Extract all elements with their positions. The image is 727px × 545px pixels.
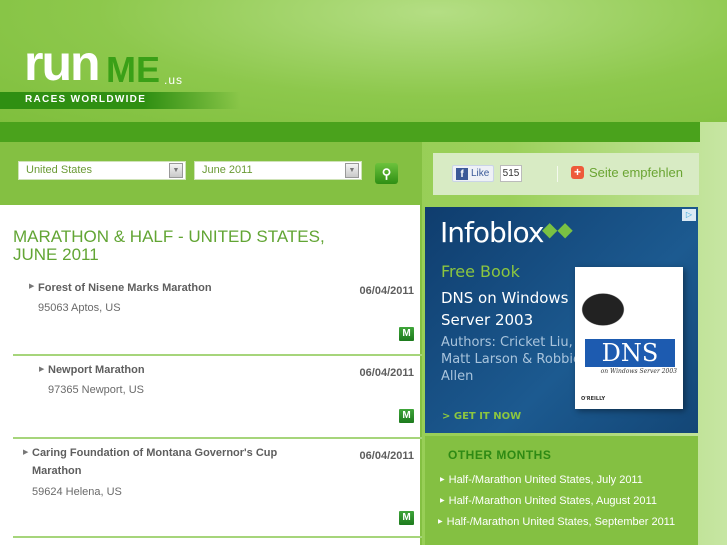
bullet-icon: ▶	[39, 365, 45, 373]
search-icon: ⚲	[381, 166, 392, 181]
logo-tld: .us	[164, 73, 184, 87]
ad-cta-link[interactable]: > GET IT NOW	[442, 412, 521, 422]
divider	[557, 166, 558, 182]
chevron-down-icon[interactable]: ▼	[169, 163, 183, 178]
other-months-heading: OTHER MONTHS	[448, 448, 552, 462]
other-months-box: OTHER MONTHS ▶ Half-/Marathon United Stat…	[425, 436, 698, 545]
nav-bar	[0, 122, 700, 142]
plus-icon[interactable]: +	[571, 166, 584, 179]
race-name[interactable]: Forest of Nisene Marks Marathon	[38, 279, 212, 297]
logo-run[interactable]: run	[24, 38, 101, 88]
search-button[interactable]: ⚲	[375, 163, 398, 184]
race-location: 97365 Newport, US	[48, 384, 144, 396]
tagline: RACES WORLDWIDE	[25, 94, 147, 105]
bullet-icon: ▶	[23, 448, 29, 456]
race-location: 59624 Helena, US	[32, 486, 122, 498]
bullet-icon: ▶	[440, 477, 445, 483]
bullet-icon: ▶	[438, 519, 443, 525]
month-link[interactable]: ▶ Half-/Marathon United States, September…	[438, 512, 678, 533]
ad-headline: Free Book	[441, 262, 520, 281]
race-item: ▶ Forest of Nisene Marks Marathon 95063 …	[13, 272, 422, 356]
month-value: June 2011	[202, 164, 253, 176]
race-location: 95063 Aptos, US	[38, 302, 121, 314]
month-select[interactable]: June 2011 ▼	[194, 161, 362, 180]
like-count: 515	[500, 165, 522, 182]
race-date: 06/04/2011	[359, 450, 414, 462]
bullet-icon: ▶	[440, 498, 445, 504]
book-title: DNS	[585, 339, 675, 367]
marathon-badge: M	[399, 327, 414, 341]
infoblox-logo-icon: ◆◆	[542, 217, 573, 241]
chevron-down-icon[interactable]: ▼	[345, 163, 359, 178]
marathon-badge: M	[399, 409, 414, 423]
race-date: 06/04/2011	[359, 367, 414, 379]
publisher-logo: O'REILLY	[581, 396, 606, 402]
book-cover-image: DNS on Windows Server 2003 O'REILLY	[575, 267, 683, 409]
facebook-like-button[interactable]: f Like	[452, 165, 494, 182]
race-name[interactable]: Newport Marathon	[48, 361, 145, 379]
adchoices-icon[interactable]: ▷	[682, 209, 696, 221]
recommend-link[interactable]: Seite empfehlen	[589, 166, 683, 179]
country-select[interactable]: United States ▼	[18, 161, 186, 180]
like-label: Like	[471, 168, 490, 179]
month-link[interactable]: ▶ Half-/Marathon United States, July 2011	[440, 470, 690, 491]
race-item: ▶ Newport Marathon 97365 Newport, US 06/…	[13, 356, 422, 439]
month-link-text[interactable]: Half-/Marathon United States, August 201…	[449, 495, 657, 507]
country-value: United States	[26, 164, 93, 176]
race-item: ▶ Caring Foundation of Montana Governor'…	[13, 439, 422, 538]
advertisement[interactable]: Infoblox ◆◆ Free Book DNS on Windows Ser…	[425, 207, 698, 433]
month-link[interactable]: ▶ Half-/Marathon United States, August 20…	[440, 491, 690, 512]
month-link-text[interactable]: Half-/Marathon United States, September …	[447, 516, 675, 528]
marathon-badge: M	[399, 511, 414, 525]
month-link-text[interactable]: Half-/Marathon United States, July 2011	[449, 474, 643, 486]
raven-illustration	[579, 282, 639, 337]
bullet-icon: ▶	[29, 282, 35, 290]
logo-me[interactable]: ME	[106, 52, 160, 88]
ad-authors: Authors: Cricket Liu, Matt Larson & Robb…	[441, 335, 581, 384]
page-title: MARATHON & HALF - UNITED STATES, JUNE 20…	[13, 227, 325, 264]
race-name[interactable]: Caring Foundation of Montana Governor's …	[32, 444, 322, 480]
book-subtitle: on Windows Server 2003	[600, 368, 677, 375]
ad-brand: Infoblox	[440, 216, 544, 249]
facebook-icon: f	[456, 168, 468, 180]
ad-title: DNS on Windows Server 2003	[441, 289, 569, 329]
race-date: 06/04/2011	[359, 285, 414, 297]
